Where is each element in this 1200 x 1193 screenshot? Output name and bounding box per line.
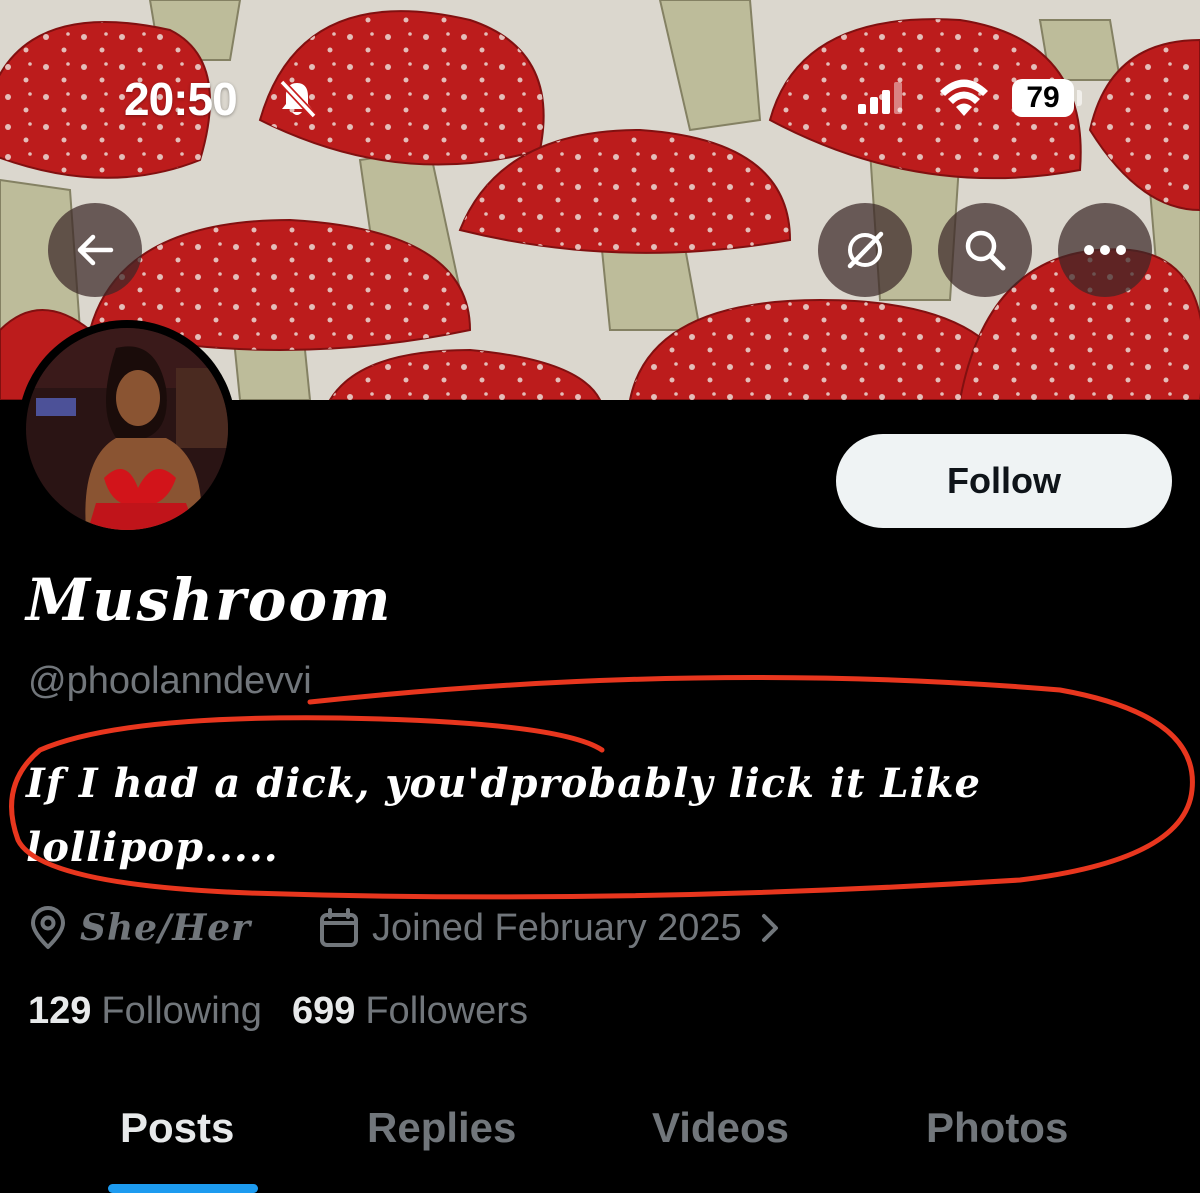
joined-text: Joined February 2025 <box>372 906 742 949</box>
bio: If I had a dick, you'dprobably lick it L… <box>26 760 981 871</box>
tab-photos[interactable]: Photos <box>926 1104 1068 1152</box>
profile-joined[interactable]: Joined February 2025 <box>318 902 786 954</box>
followers-count: 699 <box>291 990 356 1032</box>
profile-stats: 129 Following 699 Followers <box>28 990 558 1033</box>
location-pin-icon <box>31 906 65 949</box>
grok-icon <box>847 231 884 269</box>
tab-posts[interactable]: Posts <box>120 1104 234 1152</box>
back-button[interactable] <box>48 203 142 297</box>
avatar-photo <box>26 328 228 530</box>
following-count: 129 <box>28 990 92 1032</box>
more-icon <box>1084 245 1126 255</box>
battery-icon: 79 <box>1012 79 1074 117</box>
following-label: Following <box>101 990 262 1032</box>
signal-icon <box>858 82 902 114</box>
bell-slash-icon <box>279 79 317 119</box>
more-button[interactable] <box>1058 203 1152 297</box>
chevron-right-icon <box>761 914 778 942</box>
follow-button[interactable]: Follow <box>836 434 1172 528</box>
handle: @phoolanndevvi <box>28 660 312 702</box>
arrow-left-icon <box>77 234 114 266</box>
followers-label: Followers <box>365 990 528 1032</box>
followers-link[interactable]: 699 Followers <box>292 990 528 1033</box>
search-icon <box>965 230 1006 271</box>
status-time: 20:50 <box>124 73 238 125</box>
profile-location: She/Her <box>28 902 251 954</box>
profile-tabs: Posts Replies Videos Photos <box>0 1096 1200 1193</box>
tab-replies[interactable]: Replies <box>367 1104 516 1152</box>
wifi-icon <box>940 79 988 116</box>
avatar[interactable] <box>26 328 228 530</box>
following-link[interactable]: 129 Following <box>28 990 262 1033</box>
location-text: She/Her <box>80 907 252 949</box>
battery-tip <box>1077 90 1082 106</box>
tab-videos[interactable]: Videos <box>652 1104 789 1152</box>
status-bar: 20:50 79 <box>0 0 1200 200</box>
grok-button[interactable] <box>818 203 912 297</box>
active-tab-indicator <box>108 1184 258 1193</box>
display-name: Mushroom <box>26 566 393 634</box>
search-button[interactable] <box>938 203 1032 297</box>
calendar-icon <box>320 908 358 947</box>
